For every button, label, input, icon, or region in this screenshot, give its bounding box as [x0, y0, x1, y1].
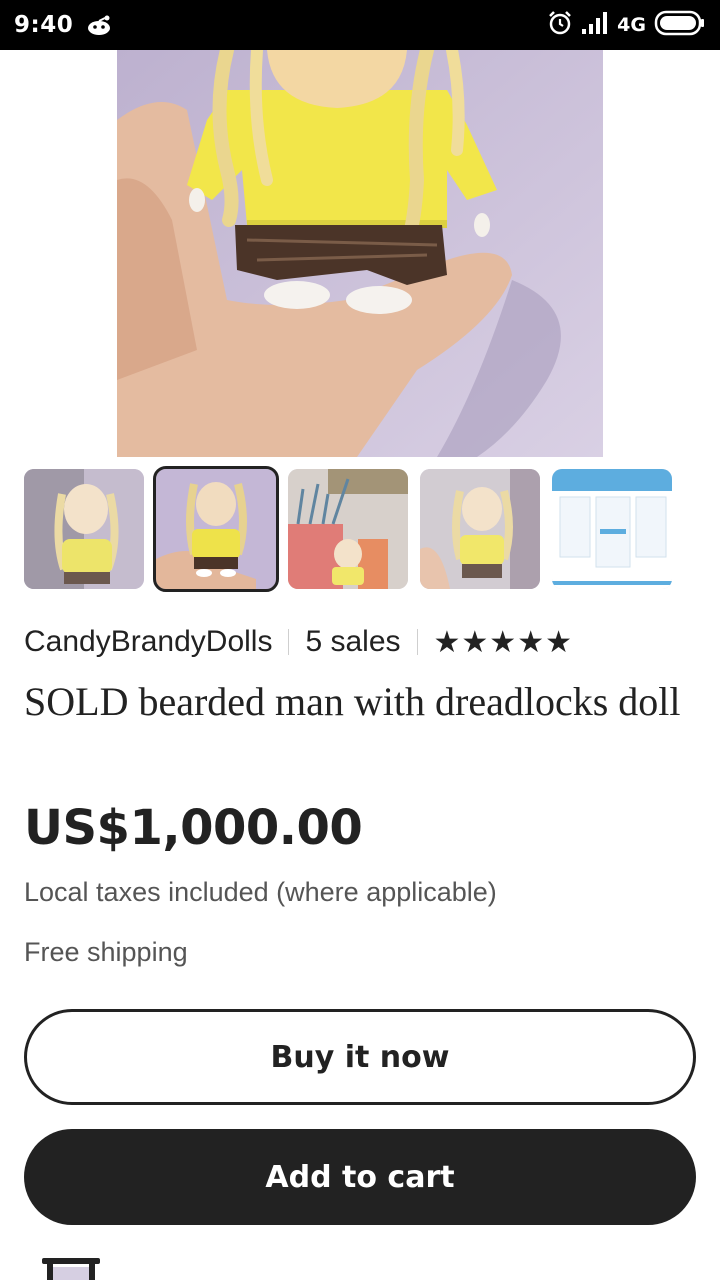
thumbnail-5[interactable] — [552, 469, 672, 589]
signal-icon — [581, 12, 609, 38]
thumbnail-3[interactable] — [288, 469, 408, 589]
seller-info-row: CandyBrandyDolls 5 sales ★★★★★ — [24, 620, 573, 664]
listing-price: US$1,000.00 — [24, 800, 363, 856]
listing-title: SOLD bearded man with dreadlocks doll — [24, 679, 681, 724]
alarm-icon — [547, 10, 573, 40]
status-time: 9:40 — [14, 12, 74, 38]
add-to-cart-button[interactable]: Add to cart — [24, 1129, 696, 1225]
rating-stars[interactable]: ★★★★★ — [434, 625, 573, 660]
thumbnail-4[interactable] — [420, 469, 540, 589]
buy-it-now-button[interactable]: Buy it now — [24, 1009, 696, 1105]
sales-count: 5 sales — [305, 625, 401, 658]
shop-name-link[interactable]: CandyBrandyDolls — [24, 625, 272, 659]
tax-note: Local taxes included (where applicable) — [24, 877, 497, 907]
reddit-icon — [85, 13, 113, 37]
thumbnail-2[interactable] — [153, 466, 279, 592]
status-indicators: 4G — [547, 10, 706, 40]
thumbnail-strip — [24, 466, 674, 592]
product-main-image[interactable] — [117, 50, 603, 457]
shipping-note: Free shipping — [24, 937, 188, 967]
separator — [288, 629, 290, 655]
status-bar: 9:40 4G — [0, 0, 720, 50]
thumbnail-1[interactable] — [24, 469, 144, 589]
separator — [416, 629, 418, 655]
hourglass-icon — [42, 1258, 100, 1280]
network-type: 4G — [617, 14, 646, 36]
battery-icon — [654, 10, 706, 40]
